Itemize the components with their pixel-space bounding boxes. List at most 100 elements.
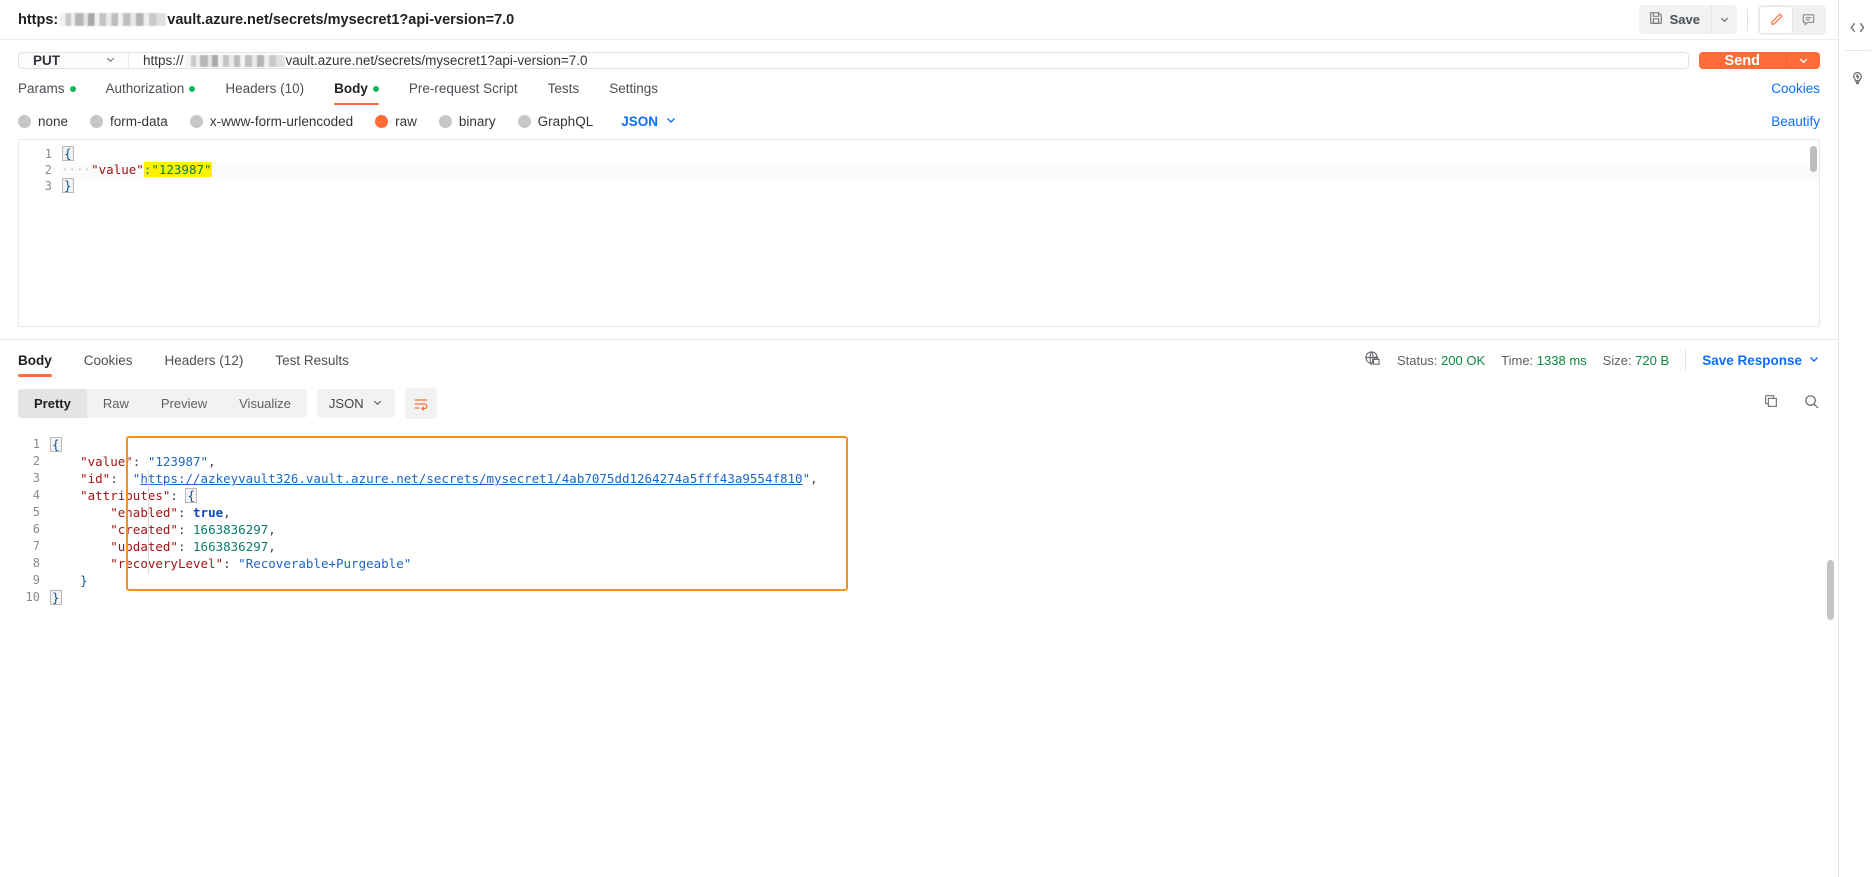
save-button-label: Save <box>1669 12 1700 27</box>
secret-id-link[interactable]: https://azkeyvault326.vault.azure.net/se… <box>140 471 802 486</box>
save-button[interactable]: Save <box>1638 5 1711 34</box>
search-icon[interactable] <box>1803 393 1820 415</box>
copy-icon[interactable] <box>1763 393 1779 414</box>
response-code[interactable]: { "value": "123987", "id": "https://azke… <box>50 434 1838 606</box>
body-format-select[interactable]: JSON <box>621 114 677 129</box>
response-body-viewer[interactable]: 1 2 3 4 5 6 7 8 9 10 { "value": "123987"… <box>0 428 1838 686</box>
unsaved-dot-icon <box>372 85 379 92</box>
response-line-1: { <box>50 436 1838 453</box>
radio-icon <box>18 115 31 128</box>
toolbar-divider <box>1747 8 1748 31</box>
url-suffix: vault.azure.net/secrets/mysecret1?api-ve… <box>285 53 588 68</box>
globe-lock-icon <box>1364 350 1381 370</box>
redacted-url-blur <box>184 54 285 67</box>
tab-tests[interactable]: Tests <box>533 81 595 105</box>
response-line-7: "updated": 1663836297, <box>110 539 276 554</box>
chevron-down-icon <box>1808 353 1820 368</box>
unsaved-dot-icon <box>69 85 76 92</box>
http-method-select[interactable]: PUT <box>19 53 129 68</box>
body-type-x-www-form-urlencoded[interactable]: x-www-form-urlencoded <box>189 114 353 129</box>
size-text: Size: 720 B <box>1603 353 1670 368</box>
send-button[interactable]: Send <box>1698 52 1786 69</box>
meta-divider <box>1685 350 1687 370</box>
save-dropdown-button[interactable] <box>1711 5 1737 34</box>
request-code-line-2: ····"value":"123987" <box>61 162 1819 178</box>
line-number: 1 <box>32 437 40 451</box>
response-view-visualize[interactable]: Visualize <box>223 389 307 418</box>
request-editor-code[interactable]: { ····"value":"123987" } <box>61 140 1819 326</box>
tab-params[interactable]: Params <box>18 81 91 105</box>
send-dropdown-button[interactable] <box>1786 52 1820 69</box>
response-tab-headers-label: Headers (12) <box>164 352 244 368</box>
response-line-8: "recoveryLevel": "Recoverable+Purgeable" <box>110 556 412 571</box>
tab-headers-label: Headers (10) <box>225 81 305 96</box>
comment-icon[interactable] <box>1792 7 1824 33</box>
beautify-button[interactable]: Beautify <box>1771 114 1820 129</box>
tab-settings[interactable]: Settings <box>594 81 673 105</box>
response-tab-body[interactable]: Body <box>18 353 68 377</box>
json-key: "enabled" <box>110 505 178 520</box>
line-number: 7 <box>32 539 40 553</box>
body-type-binary[interactable]: binary <box>438 114 496 129</box>
pencil-icon[interactable] <box>1760 6 1792 33</box>
json-key: "value" <box>91 162 144 177</box>
line-number: 8 <box>32 556 40 570</box>
tab-authorization[interactable]: Authorization <box>91 81 211 105</box>
response-vertical-scrollbar[interactable] <box>1827 560 1834 620</box>
response-line-10: } <box>50 589 1838 606</box>
right-sidebar <box>1838 0 1876 877</box>
tab-body-label: Body <box>334 81 368 96</box>
body-type-graphql[interactable]: GraphQL <box>517 114 594 129</box>
lightbulb-icon[interactable] <box>1843 61 1873 91</box>
tab-body[interactable]: Body <box>319 81 394 105</box>
radio-icon <box>517 115 531 128</box>
response-format-value: JSON <box>328 396 364 411</box>
open-brace: { <box>62 146 74 161</box>
url-input[interactable]: https:// vault.azure.net/secrets/mysecret… <box>129 53 1688 68</box>
response-view-preview[interactable]: Preview <box>145 389 223 418</box>
body-type-none[interactable]: none <box>18 114 68 129</box>
response-format-select[interactable]: JSON <box>316 389 395 418</box>
json-key: "created" <box>110 522 178 537</box>
response-view-pretty[interactable]: Pretty <box>18 389 87 418</box>
radio-icon <box>438 115 452 128</box>
body-type-none-label: none <box>38 114 69 129</box>
save-response-label: Save Response <box>1702 352 1802 368</box>
view-mode-group <box>1758 4 1826 35</box>
status-text: Status: 200 OK <box>1397 353 1485 368</box>
code-brackets-icon[interactable] <box>1843 12 1873 42</box>
request-title-suffix: vault.azure.net/secrets/mysecret1?api-ve… <box>167 11 515 28</box>
request-code-line-3: } <box>61 178 1819 194</box>
tab-headers[interactable]: Headers (10) <box>210 81 319 105</box>
json-key: "updated" <box>110 539 178 554</box>
http-method-value: PUT <box>33 53 60 68</box>
response-tab-cookies[interactable]: Cookies <box>68 353 149 377</box>
tab-settings-label: Settings <box>609 81 658 96</box>
body-type-form-data-label: form-data <box>110 114 168 129</box>
response-view-raw[interactable]: Raw <box>87 389 145 418</box>
indent-guide <box>148 470 149 574</box>
json-key: "recoveryLevel" <box>110 556 224 571</box>
body-type-graphql-label: GraphQL <box>537 114 594 129</box>
response-tabs: Body Cookies Headers (12) Test Results S… <box>0 340 1838 379</box>
request-body-editor[interactable]: 1 2 3 { ····"value":"123987" } <box>18 139 1820 327</box>
save-response-button[interactable]: Save Response <box>1702 353 1820 368</box>
body-type-raw-label: raw <box>395 114 417 129</box>
response-tab-headers[interactable]: Headers (12) <box>149 353 260 377</box>
response-tab-test-results[interactable]: Test Results <box>259 353 365 377</box>
body-type-form-data[interactable]: form-data <box>90 114 168 129</box>
tab-params-label: Params <box>18 81 65 96</box>
attributes-open-brace: { <box>185 488 198 503</box>
line-number: 6 <box>32 522 40 536</box>
close-brace: } <box>50 590 62 605</box>
json-comma: , <box>268 539 276 554</box>
response-view-segment: Pretty Raw Preview Visualize <box>18 389 307 418</box>
body-type-raw[interactable]: raw <box>375 114 417 129</box>
json-key: "value" <box>80 454 133 469</box>
tab-pre-request-script[interactable]: Pre-request Script <box>394 81 533 105</box>
tab-pre-request-script-label: Pre-request Script <box>408 81 518 96</box>
editor-vertical-scrollbar[interactable] <box>1810 146 1817 172</box>
cookies-link[interactable]: Cookies <box>1771 81 1820 105</box>
topbar-actions: Save <box>1638 4 1826 35</box>
word-wrap-icon[interactable] <box>404 388 437 419</box>
